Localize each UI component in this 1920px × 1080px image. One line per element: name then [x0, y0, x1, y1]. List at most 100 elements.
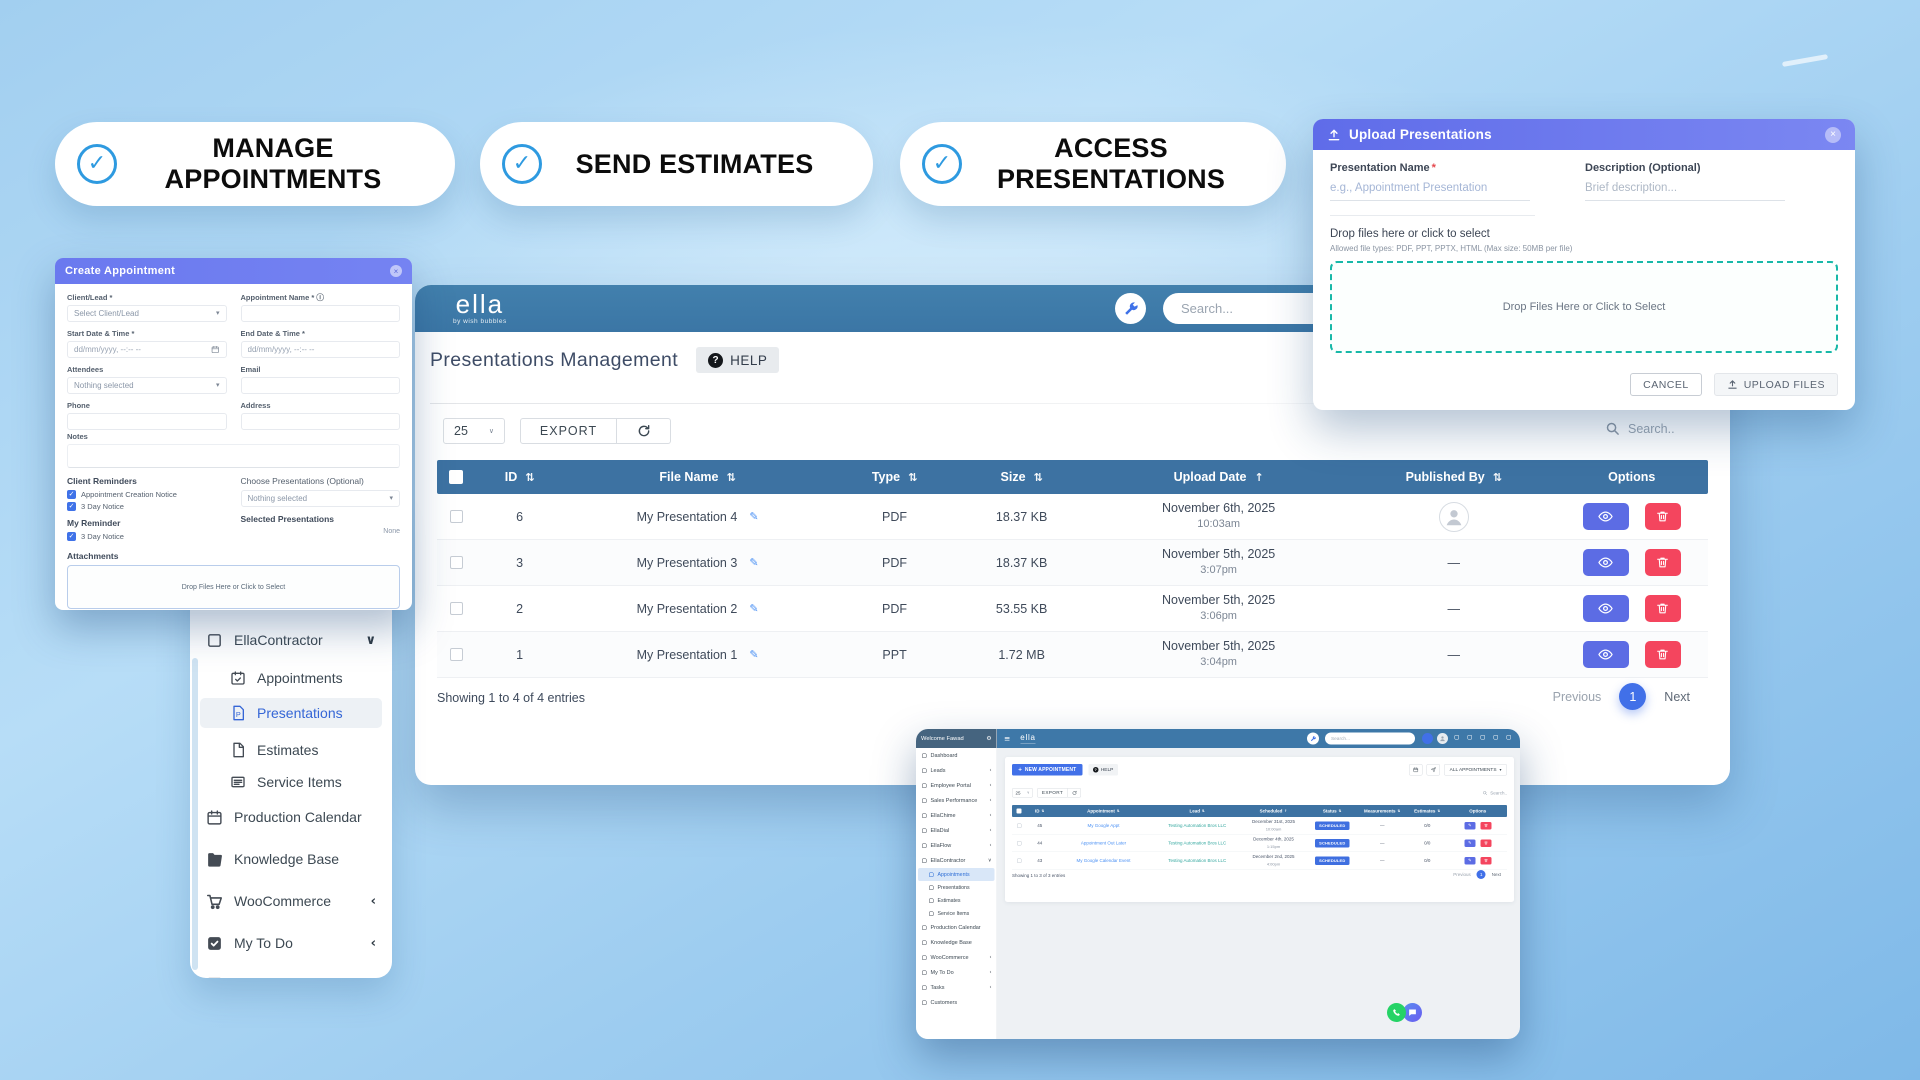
sort-up-icon[interactable]: ↑ — [1284, 809, 1287, 813]
mini-sidebar-item[interactable]: Service Items — [916, 907, 997, 920]
cell-lead-link[interactable]: Testing Automation Bros LLC — [1154, 841, 1242, 846]
sort-icon[interactable]: ⇅ — [1339, 809, 1342, 813]
select-all-checkbox[interactable] — [1017, 809, 1022, 814]
calendar-view-button[interactable] — [1409, 764, 1423, 776]
sort-icon[interactable]: ⇅ — [1034, 472, 1043, 483]
refresh-button[interactable] — [1068, 788, 1081, 798]
attachments-dropzone[interactable]: Drop Files Here or Click to Select — [67, 565, 400, 609]
current-page-button[interactable]: 1 — [1477, 870, 1486, 879]
description-input[interactable] — [1585, 174, 1785, 201]
column-header-appointment[interactable]: Appointment⇅ — [1054, 809, 1154, 814]
client-lead-select[interactable]: Select Client/Lead▾ — [67, 305, 227, 322]
mini-sidebar-item[interactable]: Presentations — [916, 881, 997, 894]
appointment-name-field[interactable] — [241, 305, 401, 322]
row-checkbox[interactable] — [450, 510, 463, 523]
sort-icon[interactable]: ⇅ — [1202, 809, 1205, 813]
delete-button[interactable] — [1480, 822, 1491, 830]
row-checkbox[interactable] — [450, 648, 463, 661]
column-header-published-by[interactable]: Published By⇅ — [1352, 470, 1555, 484]
next-page-button[interactable]: Next — [1664, 690, 1690, 704]
mini-search-input[interactable] — [1331, 736, 1409, 742]
previous-page-button[interactable]: Previous — [1453, 872, 1471, 877]
sidebar-item-estimates[interactable]: Estimates — [190, 734, 392, 766]
delete-button[interactable] — [1645, 503, 1681, 530]
column-header-upload-date[interactable]: Upload Date↑ — [1085, 470, 1352, 484]
edit-button[interactable]: ✎ — [1464, 857, 1475, 865]
edit-name-icon[interactable]: ✎ — [749, 603, 758, 614]
view-button[interactable] — [1583, 641, 1629, 668]
edit-name-icon[interactable]: ✎ — [749, 511, 758, 522]
row-checkbox[interactable] — [1017, 858, 1022, 863]
current-page-button[interactable]: 1 — [1619, 683, 1646, 710]
page-size-select[interactable]: 25∨ — [1012, 788, 1033, 798]
column-header-scheduled[interactable]: Scheduled↑ — [1241, 809, 1306, 814]
previous-page-button[interactable]: Previous — [1553, 690, 1602, 704]
cell-appointment-link[interactable]: Appointment Out Later — [1054, 841, 1154, 846]
close-icon[interactable]: × — [1825, 127, 1841, 143]
edit-button[interactable]: ✎ — [1464, 822, 1475, 830]
delete-button[interactable] — [1645, 595, 1681, 622]
email-field[interactable] — [241, 377, 401, 394]
mini-sidebar-item[interactable]: Sales Performance‹ — [916, 793, 997, 808]
sidebar-item-woocommerce[interactable]: WooCommerce ‹ — [190, 884, 392, 918]
mini-sidebar-item[interactable]: EllaContractor∨ — [916, 853, 997, 868]
cancel-button[interactable]: CANCEL — [1630, 373, 1702, 396]
start-date-field[interactable] — [67, 341, 227, 358]
export-button[interactable]: EXPORT — [1037, 788, 1068, 798]
choose-presentations-select[interactable]: Nothing selected▾ — [241, 490, 401, 507]
customize-button[interactable] — [1115, 293, 1146, 324]
sidebar-item-appointments[interactable]: Appointments — [190, 662, 392, 694]
column-header-measurements[interactable]: Measurements⇅ — [1359, 809, 1407, 814]
topbar-icon[interactable] — [1481, 735, 1486, 740]
checkbox-checked-icon[interactable]: ✓ — [67, 490, 76, 499]
end-date-input[interactable] — [248, 345, 394, 354]
cell-lead-link[interactable]: Testing Automation Bros LLC — [1154, 823, 1242, 828]
topbar-icon[interactable] — [1468, 735, 1473, 740]
avatar[interactable] — [1437, 733, 1448, 744]
checkbox-checked-icon[interactable]: ✓ — [67, 502, 76, 511]
cell-appointment-link[interactable]: My Google Calendar Event — [1054, 858, 1154, 863]
mini-sidebar-item[interactable]: WooCommerce‹ — [916, 950, 997, 965]
view-button[interactable] — [1583, 549, 1629, 576]
presentation-name-input[interactable] — [1330, 174, 1530, 201]
mini-sidebar-item[interactable]: Dashboard — [916, 748, 997, 763]
upload-files-button[interactable]: UPLOAD FILES — [1714, 373, 1838, 396]
notes-field[interactable] — [67, 444, 400, 468]
refresh-button[interactable] — [617, 418, 671, 444]
edit-name-icon[interactable]: ✎ — [749, 557, 758, 568]
end-date-field[interactable] — [241, 341, 401, 358]
address-field[interactable] — [241, 413, 401, 430]
mini-sidebar-item[interactable]: EllaChime‹ — [916, 808, 997, 823]
row-checkbox[interactable] — [1017, 841, 1022, 846]
file-dropzone[interactable]: Drop Files Here or Click to Select — [1330, 261, 1838, 353]
column-header-type[interactable]: Type⇅ — [831, 470, 958, 484]
table-search[interactable] — [1605, 421, 1698, 436]
checkbox-checked-icon[interactable]: ✓ — [67, 532, 76, 541]
delete-button[interactable] — [1480, 839, 1491, 847]
sort-icon[interactable]: ⇅ — [1398, 809, 1401, 813]
topbar-icon[interactable] — [1455, 735, 1460, 740]
delete-button[interactable] — [1645, 641, 1681, 668]
start-date-input[interactable] — [74, 345, 211, 354]
reminder-checkbox-row[interactable]: ✓ 3 Day Notice — [67, 532, 227, 541]
mini-sidebar-item[interactable]: EllaDial‹ — [916, 823, 997, 838]
page-size-select[interactable]: 25 ∨ — [443, 418, 505, 444]
column-header-estimates[interactable]: Estimates⇅ — [1406, 809, 1449, 814]
sort-icon[interactable]: ⇅ — [1117, 809, 1120, 813]
sidebar-item-presentations[interactable]: Presentations — [200, 698, 382, 728]
mini-sidebar-item[interactable]: Customers — [916, 995, 997, 1010]
notification-badge[interactable] — [1422, 733, 1433, 744]
edit-name-icon[interactable]: ✎ — [749, 649, 758, 660]
sort-icon[interactable]: ⇅ — [1437, 809, 1440, 813]
send-button[interactable] — [1427, 764, 1441, 776]
help-button[interactable]: ?HELP — [1088, 764, 1117, 776]
edit-button[interactable]: ✎ — [1464, 839, 1475, 847]
mini-sidebar-item[interactable]: My To Do‹ — [916, 965, 997, 980]
column-header-id[interactable]: ID⇅ — [1026, 809, 1054, 814]
all-appointments-filter[interactable]: ALL APPOINTMENTS▾ — [1444, 764, 1507, 776]
delete-button[interactable] — [1645, 549, 1681, 576]
delete-button[interactable] — [1480, 857, 1491, 865]
view-button[interactable] — [1583, 503, 1629, 530]
sort-icon[interactable]: ⇅ — [1042, 809, 1045, 813]
reminder-checkbox-row[interactable]: ✓ Appointment Creation Notice — [67, 490, 227, 499]
